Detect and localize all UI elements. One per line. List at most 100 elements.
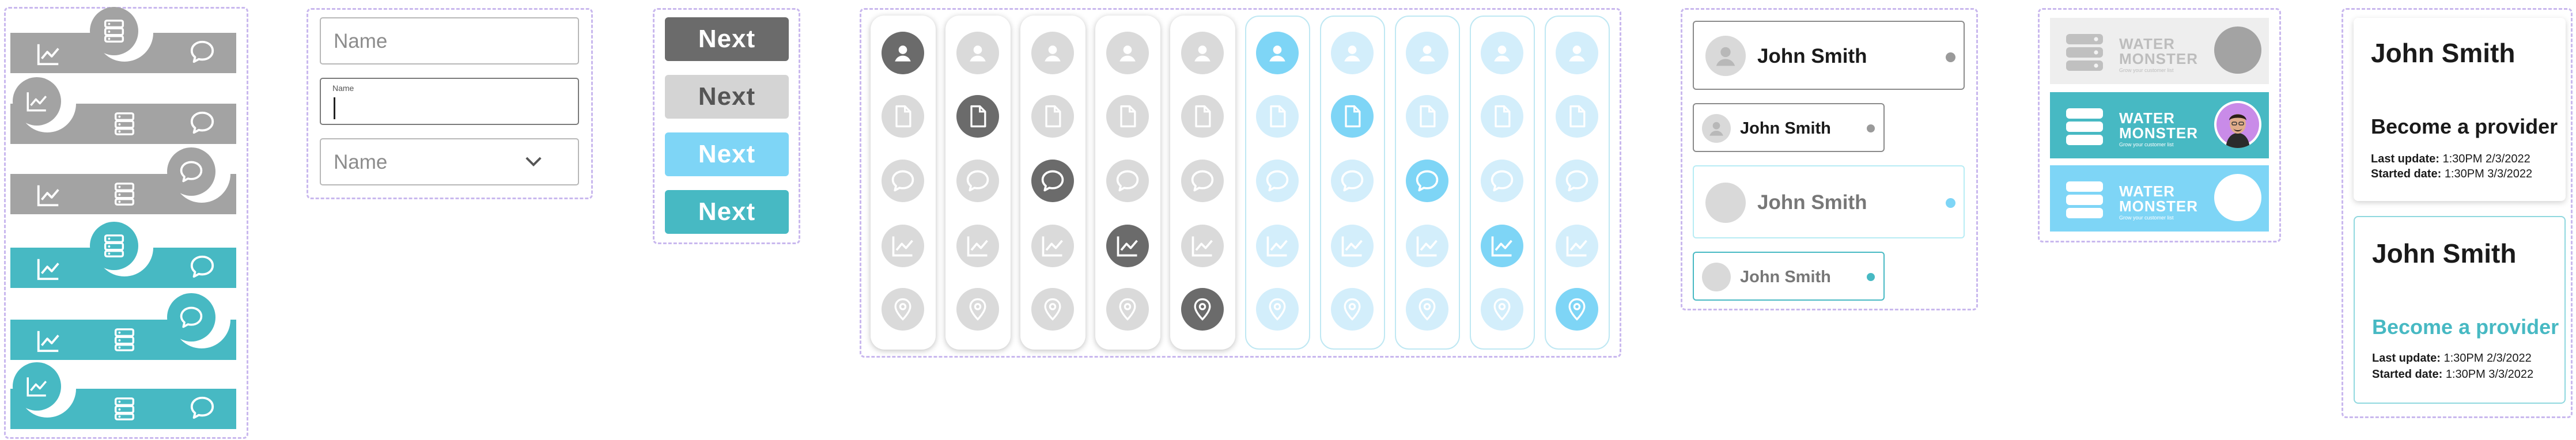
provider-title[interactable]: Become a provider [2372, 315, 2559, 339]
chat-icon[interactable] [189, 395, 215, 421]
user-icon[interactable] [1331, 32, 1374, 74]
brand-header-light[interactable]: WATER MONSTER Grow your customer list [2050, 18, 2269, 84]
user-icon[interactable] [956, 32, 999, 74]
provider-name: John Smith [2371, 38, 2516, 68]
server-icon[interactable] [111, 111, 138, 137]
document-icon[interactable] [1481, 95, 1523, 138]
text-cursor [334, 97, 335, 119]
next-button-teal[interactable]: Next [665, 190, 789, 234]
chat-icon[interactable] [189, 253, 215, 280]
chat-icon[interactable] [882, 160, 924, 202]
location-icon[interactable] [1481, 288, 1523, 331]
chart-icon[interactable] [35, 182, 62, 208]
provider-title[interactable]: Become a provider [2371, 115, 2558, 139]
location-icon[interactable] [1556, 288, 1598, 331]
provider-card-highlighted[interactable]: John Smith Become a provider Last update… [2354, 216, 2566, 404]
chart-icon[interactable] [1556, 225, 1598, 267]
brand-header-sky[interactable]: WATER MONSTER Grow your customer list [2050, 165, 2269, 232]
user-icon[interactable] [1256, 32, 1299, 74]
chat-icon[interactable] [1406, 160, 1448, 202]
chart-icon-active[interactable] [13, 77, 61, 126]
document-icon[interactable] [1106, 95, 1149, 138]
document-icon[interactable] [1256, 95, 1299, 138]
avatar [1705, 36, 1746, 76]
chart-icon[interactable] [35, 256, 62, 282]
user-icon[interactable] [1406, 32, 1448, 74]
brand-line2: MONSTER [2119, 198, 2198, 215]
next-button-sky[interactable]: Next [665, 132, 789, 176]
chart-icon[interactable] [35, 41, 62, 67]
location-icon[interactable] [1181, 288, 1224, 331]
last-update-label: Last update: [2371, 153, 2439, 165]
avatar[interactable] [2214, 26, 2261, 74]
chart-icon-active[interactable] [13, 362, 61, 411]
chat-icon-active[interactable] [167, 293, 215, 342]
user-avatar-photo[interactable] [2214, 101, 2261, 148]
last-update-value: 1:30PM 2/3/2022 [2442, 153, 2530, 165]
location-icon[interactable] [1031, 288, 1074, 331]
provider-card-default[interactable]: John Smith Become a provider Last update… [2354, 18, 2566, 201]
next-button-dark[interactable]: Next [665, 17, 789, 61]
chart-icon[interactable] [35, 328, 62, 354]
chat-icon-active[interactable] [167, 147, 215, 196]
document-icon[interactable] [1406, 95, 1448, 138]
user-card-small-teal[interactable]: John Smith [1693, 252, 1885, 301]
location-icon[interactable] [956, 288, 999, 331]
avatar[interactable] [2214, 174, 2261, 221]
location-icon[interactable] [1256, 288, 1299, 331]
document-icon[interactable] [882, 95, 924, 138]
chat-icon[interactable] [1181, 160, 1224, 202]
chart-icon[interactable] [1256, 225, 1299, 267]
server-icon[interactable] [111, 396, 138, 422]
chart-icon[interactable] [1031, 225, 1074, 267]
chat-icon[interactable] [189, 39, 215, 65]
chat-icon[interactable] [1556, 160, 1598, 202]
chart-icon[interactable] [956, 225, 999, 267]
user-card-large-sky[interactable]: John Smith [1693, 165, 1965, 238]
location-icon[interactable] [1331, 288, 1374, 331]
user-card-large-gray[interactable]: John Smith [1693, 21, 1965, 90]
user-card-small-gray[interactable]: John Smith [1693, 103, 1885, 152]
location-icon[interactable] [882, 288, 924, 331]
user-icon[interactable] [1481, 32, 1523, 74]
server-icon-active[interactable] [90, 222, 138, 270]
user-icon[interactable] [1031, 32, 1074, 74]
chat-icon[interactable] [956, 160, 999, 202]
started-date-line: Started date: 1:30PM 3/3/2022 [2371, 168, 2532, 181]
user-icon[interactable] [1181, 32, 1224, 74]
started-date-value: 1:30PM 3/3/2022 [2445, 368, 2534, 381]
brand-header-teal[interactable]: WATER MONSTER Grow your customer list [2050, 92, 2269, 158]
document-icon[interactable] [1181, 95, 1224, 138]
chat-icon[interactable] [1481, 160, 1523, 202]
chat-icon[interactable] [1031, 160, 1074, 202]
started-date-label: Started date: [2372, 368, 2443, 381]
document-icon[interactable] [1031, 95, 1074, 138]
chart-icon[interactable] [1331, 225, 1374, 267]
next-button-light[interactable]: Next [665, 75, 789, 119]
location-icon[interactable] [1406, 288, 1448, 331]
user-icon[interactable] [1106, 32, 1149, 74]
user-icon[interactable] [1556, 32, 1598, 74]
chart-icon[interactable] [1481, 225, 1523, 267]
user-icon[interactable] [882, 32, 924, 74]
document-icon[interactable] [956, 95, 999, 138]
chevron-down-icon[interactable] [521, 150, 546, 174]
chart-icon[interactable] [1181, 225, 1224, 267]
location-icon[interactable] [1106, 288, 1149, 331]
chat-icon[interactable] [189, 109, 215, 136]
server-icon[interactable] [111, 327, 138, 353]
chart-icon[interactable] [1406, 225, 1448, 267]
avatar [1702, 263, 1731, 291]
document-icon[interactable] [1331, 95, 1374, 138]
name-input-empty[interactable]: Name [320, 17, 579, 65]
chart-icon[interactable] [1106, 225, 1149, 267]
chat-icon[interactable] [1256, 160, 1299, 202]
chat-icon[interactable] [1106, 160, 1149, 202]
server-icon[interactable] [111, 181, 138, 207]
server-icon-active[interactable] [90, 7, 138, 55]
chat-icon[interactable] [1331, 160, 1374, 202]
document-icon[interactable] [1556, 95, 1598, 138]
name-input-focused[interactable]: Name [320, 78, 579, 125]
chart-icon[interactable] [882, 225, 924, 267]
name-select[interactable]: Name [320, 138, 579, 185]
